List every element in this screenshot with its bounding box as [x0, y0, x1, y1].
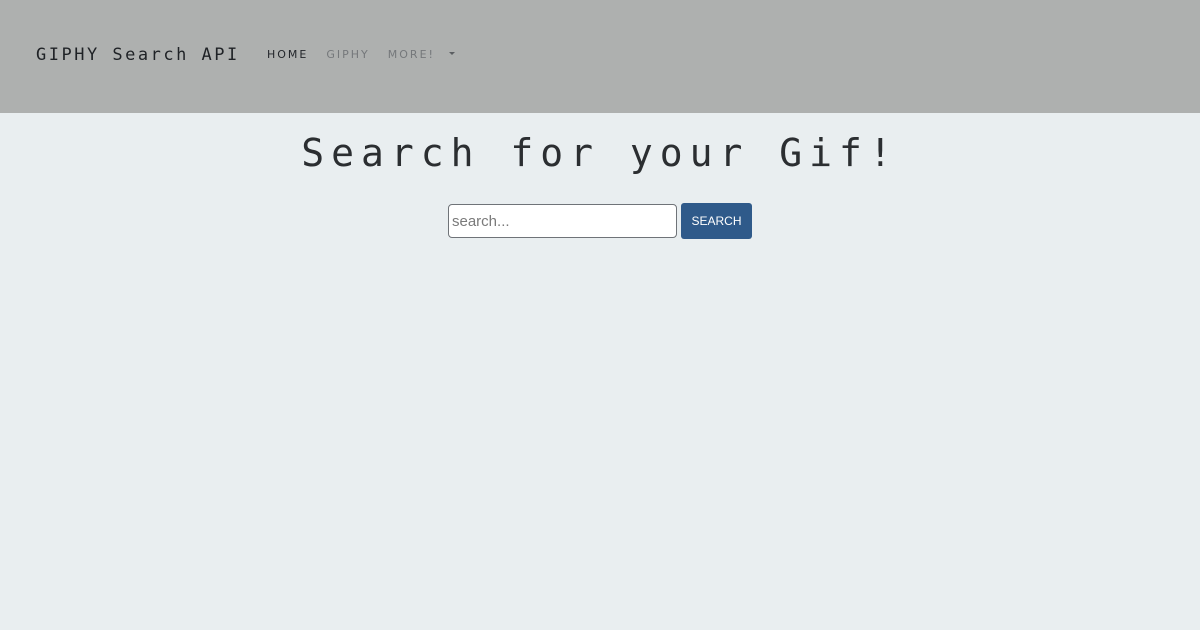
search-button[interactable]: SEARCH [681, 203, 752, 239]
caret-down-icon [448, 51, 455, 55]
search-input[interactable] [448, 204, 677, 238]
nav-item-more-label: MORE! [387, 48, 435, 61]
nav-item-giphy[interactable]: GIPHY [326, 47, 369, 63]
navbar: GIPHY Search API HOME GIPHY MORE! [0, 0, 1200, 113]
nav-item-more-dropdown[interactable]: MORE! [388, 47, 455, 63]
nav-item-home[interactable]: HOME [267, 47, 308, 63]
search-form: SEARCH [448, 203, 752, 239]
nav-menu: HOME GIPHY MORE! [267, 47, 455, 63]
page-title: Search for your Gif! [301, 131, 899, 175]
brand-link[interactable]: GIPHY Search API [36, 44, 240, 66]
